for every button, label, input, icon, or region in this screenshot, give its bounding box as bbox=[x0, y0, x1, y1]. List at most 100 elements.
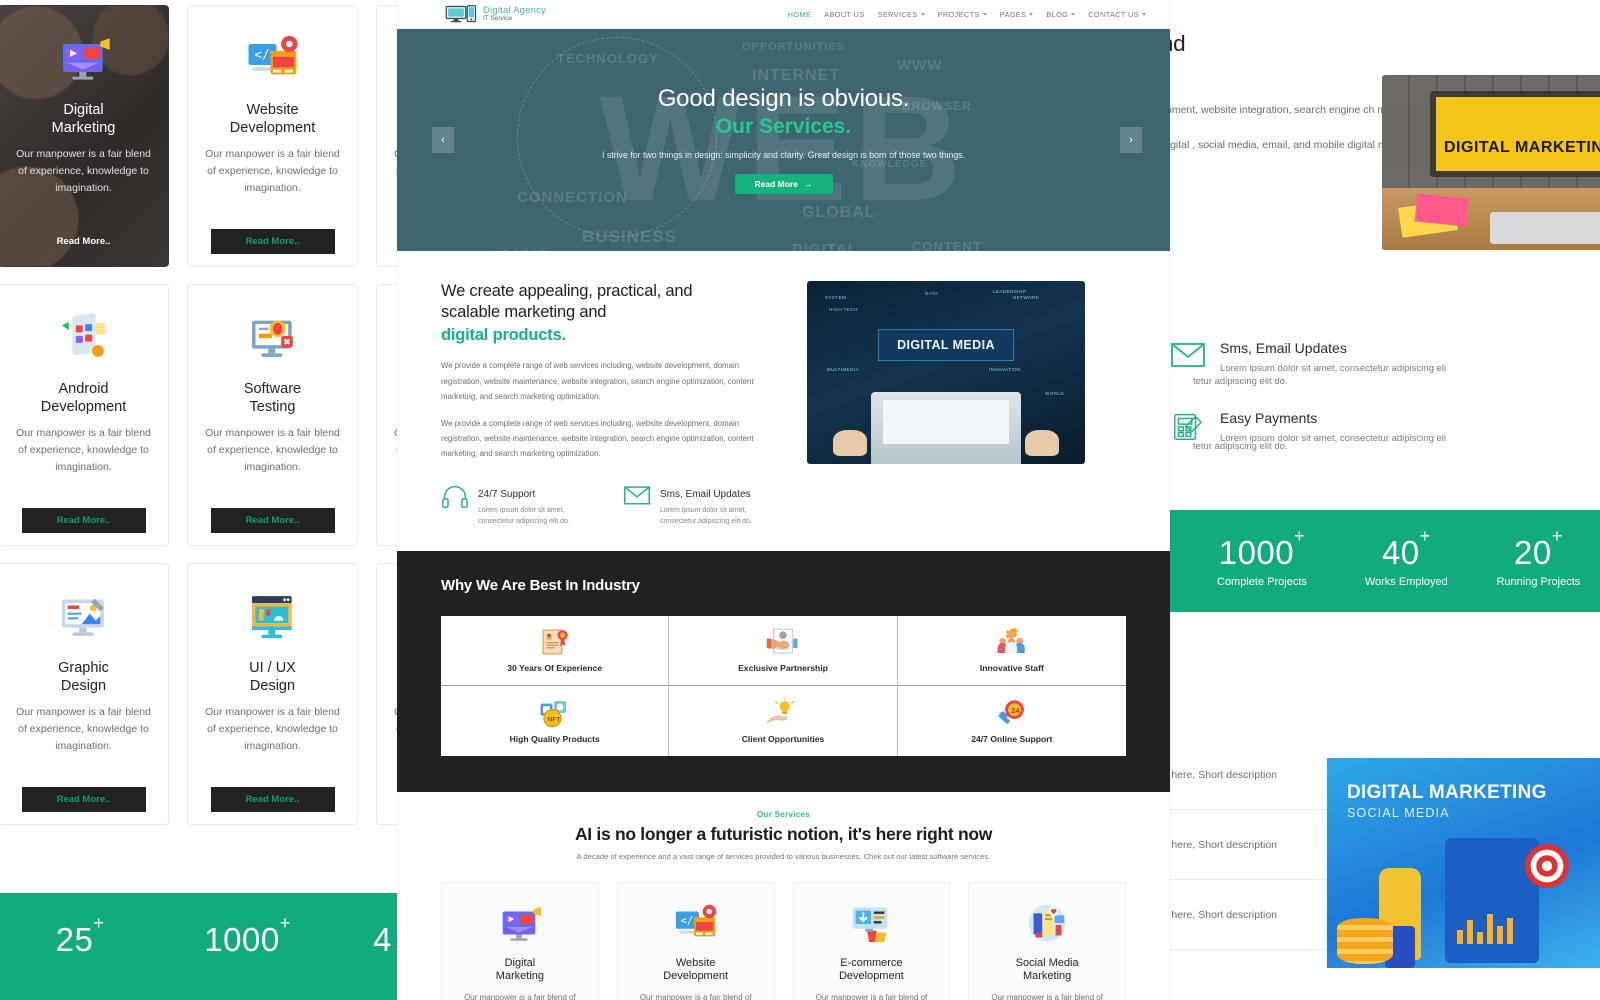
why-best-cell[interactable]: Client Opportunities bbox=[669, 685, 898, 756]
envelope-icon bbox=[1170, 340, 1206, 372]
background-feature-list: Sms, Email Updates Lorem ipsum dolor sit… bbox=[1170, 340, 1600, 481]
certificate-icon bbox=[538, 627, 572, 657]
hero-read-more-button[interactable]: Read More → bbox=[734, 174, 833, 194]
about-feature-sms-text: Sms, Email Updates Lorem ipsum dolor sit… bbox=[660, 484, 781, 527]
logo-title: Digital Agency bbox=[483, 4, 547, 16]
background-card-desc: Our manpower is a fair blend of experien… bbox=[205, 427, 340, 474]
svg-text:24: 24 bbox=[1011, 706, 1020, 715]
monitor-logo-icon bbox=[445, 5, 479, 23]
logo-subtitle: IT Service bbox=[483, 15, 513, 22]
service-card[interactable]: Social Media Marketing Our manpower is a … bbox=[968, 881, 1126, 1000]
background-card-read-more[interactable]: Read More.. bbox=[210, 787, 335, 812]
digital-media-label: DIGITAL MEDIA bbox=[878, 329, 1014, 361]
hero-bg-word: ACCESS bbox=[492, 247, 548, 251]
hero-read-more-label: Read More bbox=[754, 179, 798, 189]
background-feature-desc: Lorem ipsum dolor sit amet, consectetur … bbox=[1220, 363, 1446, 374]
why-best-cell[interactable]: Innovative Staff bbox=[897, 616, 1126, 686]
chevron-down-icon bbox=[982, 12, 987, 16]
chevron-down-icon bbox=[1071, 12, 1076, 16]
hero-bg-word: BUSINESS bbox=[582, 227, 677, 246]
background-service-card[interactable]: Digital Marketing Our manpower is a fair … bbox=[0, 5, 169, 267]
service-card-title: E-commerce Development bbox=[838, 956, 904, 983]
background-card-read-more[interactable]: Read More.. bbox=[210, 229, 335, 254]
nav-item-services[interactable]: SERVICES bbox=[878, 10, 925, 19]
service-card-desc: Our manpower is a fair blend of experien… bbox=[815, 992, 928, 1000]
about-feature-title: 24/7 Support bbox=[478, 488, 536, 500]
svg-text:NFT: NFT bbox=[547, 716, 561, 723]
counter-label: Complete Projects bbox=[1217, 576, 1307, 588]
graphic-design-icon bbox=[56, 590, 112, 646]
chevron-down-icon bbox=[1029, 12, 1034, 16]
arrow-right-icon: → bbox=[803, 179, 813, 189]
why-best-heading: Why We Are Best In Industry bbox=[441, 576, 640, 594]
counter-item: 20+ Running Projects bbox=[1477, 526, 1600, 588]
team-gear-icon bbox=[995, 627, 1029, 657]
nav-item-home[interactable]: HOME bbox=[788, 10, 812, 19]
poster-subtitle: SOCIAL MEDIA bbox=[1347, 806, 1450, 820]
why-best-cell[interactable]: 30 Years Of Experience bbox=[441, 615, 670, 686]
background-service-card[interactable]: UI / UX Design Our manpower is a fair ble… bbox=[187, 563, 358, 825]
nav-item-label: BLOG bbox=[1046, 9, 1069, 19]
website-development-icon: </> bbox=[673, 901, 719, 945]
nav-item-pages[interactable]: PAGES bbox=[1000, 10, 1034, 19]
site-header: Digital Agency IT Service HOME ABOUT US SE… bbox=[397, 0, 1170, 29]
service-card[interactable]: </> Website Development Our manpower is a… bbox=[616, 881, 775, 1000]
poster-bar-chart bbox=[1457, 914, 1513, 944]
background-service-card[interactable]: Software Testing Our manpower is a fair b… bbox=[187, 284, 358, 546]
background-service-card[interactable]: Graphic Design Our manpower is a fair ble… bbox=[0, 563, 169, 825]
background-card-title: Digital Marketing bbox=[51, 102, 116, 136]
why-best-label: 24/7 Online Support bbox=[971, 733, 1053, 744]
background-service-card[interactable]: Android Development Our manpower is a fai… bbox=[0, 284, 169, 546]
background-card-read-more[interactable]: Read More.. bbox=[21, 508, 146, 533]
background-digital-marketing-photo: DIGITAL MARKETING bbox=[1382, 75, 1600, 250]
counter-number: 25+ bbox=[55, 913, 105, 958]
site-logo[interactable]: Digital Agency IT Service bbox=[445, 5, 546, 23]
hero-bg-word: GLOBAL bbox=[802, 204, 876, 221]
hero-prev-arrow[interactable]: ‹ bbox=[432, 127, 454, 153]
hero-next-arrow[interactable]: › bbox=[1120, 127, 1142, 153]
hero-bg-word: CONTENT bbox=[912, 239, 982, 251]
counter-number: 1000+ bbox=[204, 913, 291, 958]
laptop-shape bbox=[871, 392, 1021, 464]
why-best-label: Exclusive Partnership bbox=[738, 663, 828, 674]
background-card-read-more[interactable]: Read More.. bbox=[21, 787, 146, 812]
counter-item: 25+ bbox=[0, 913, 160, 959]
chevron-down-icon bbox=[920, 12, 925, 16]
about-feature-support: 24/7 Support Lorem ipsum dolor sit amet,… bbox=[441, 484, 599, 527]
background-card-read-more[interactable]: Read More.. bbox=[22, 229, 146, 254]
hero-paragraph: I strive for two things in design: simpl… bbox=[601, 150, 966, 160]
website-development-icon: </> bbox=[245, 32, 301, 88]
background-card-title: Graphic Design bbox=[58, 660, 109, 694]
chevron-down-icon bbox=[1142, 12, 1146, 16]
hand-bulb-icon bbox=[766, 696, 800, 728]
counter-item: 1000+ bbox=[160, 913, 335, 959]
nav-item-contact-us[interactable]: CONTACT US bbox=[1088, 10, 1146, 19]
service-card-title: Social Media Marketing bbox=[1015, 956, 1079, 983]
hero-bg-word: DIGITAL bbox=[792, 241, 858, 251]
background-service-card[interactable]: </> Website Development Our manpower is a… bbox=[187, 5, 358, 267]
service-card-desc: Our manpower is a fair blend of experien… bbox=[464, 992, 576, 1000]
why-best-cell[interactable]: Exclusive Partnership bbox=[669, 615, 898, 686]
background-card-read-more[interactable]: Read More.. bbox=[210, 508, 335, 533]
background-feature-row: Sms, Email Updates Lorem ipsum dolor sit… bbox=[1170, 340, 1600, 376]
main-navigation: HOME ABOUT US SERVICES PROJECTS PAGES BLOG CON… bbox=[788, 10, 1156, 19]
ecommerce-icon bbox=[848, 901, 894, 945]
background-card-desc: Our manpower is a fair blend of experien… bbox=[205, 148, 340, 195]
why-best-cell[interactable]: NFT High Quality Products bbox=[441, 685, 670, 756]
service-card[interactable]: Digital Marketing Our manpower is a fair … bbox=[441, 881, 599, 1000]
headset-icon bbox=[441, 484, 469, 510]
nav-item-about-us[interactable]: ABOUT US bbox=[824, 10, 864, 19]
hero-slider: WEB TECHNOLOGY INTERNET WWW OPPORTUNITIES BR… bbox=[397, 29, 1170, 251]
nav-item-projects[interactable]: PROJECTS bbox=[938, 10, 987, 19]
about-feature-desc: Lorem ipsum dolor sit amet, consectetur … bbox=[660, 506, 752, 525]
nav-item-label: HOME bbox=[787, 9, 812, 19]
background-feature-title: Sms, Email Updates bbox=[1220, 340, 1347, 356]
service-card[interactable]: E-commerce Development Our manpower is a … bbox=[792, 881, 951, 1000]
ui-ux-design-icon bbox=[245, 590, 301, 646]
our-services-eyebrow: Our Services bbox=[757, 809, 810, 819]
phone-support-icon: 24 bbox=[995, 698, 1029, 728]
why-best-label: Client Opportunities bbox=[741, 733, 825, 744]
handshake-document-icon bbox=[766, 627, 800, 657]
nav-item-blog[interactable]: BLOG bbox=[1046, 9, 1076, 19]
why-best-cell[interactable]: 24 24/7 Online Support bbox=[898, 686, 1126, 756]
